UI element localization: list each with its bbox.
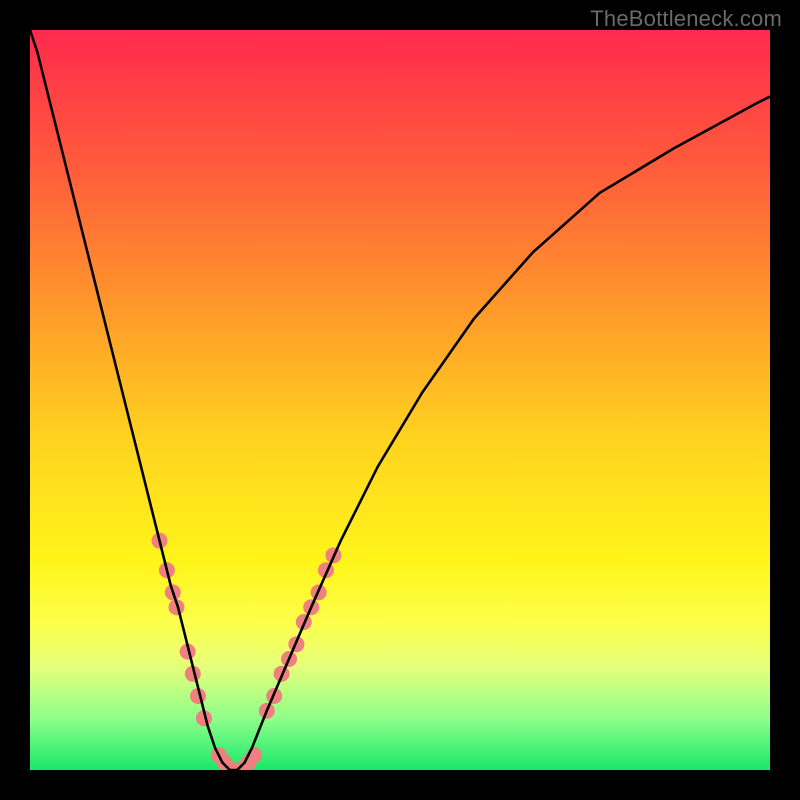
watermark-text: TheBottleneck.com <box>590 6 782 32</box>
plot-svg <box>30 30 770 770</box>
chart-frame: TheBottleneck.com <box>0 0 800 800</box>
plot-area <box>30 30 770 770</box>
gradient-rect <box>30 30 770 770</box>
